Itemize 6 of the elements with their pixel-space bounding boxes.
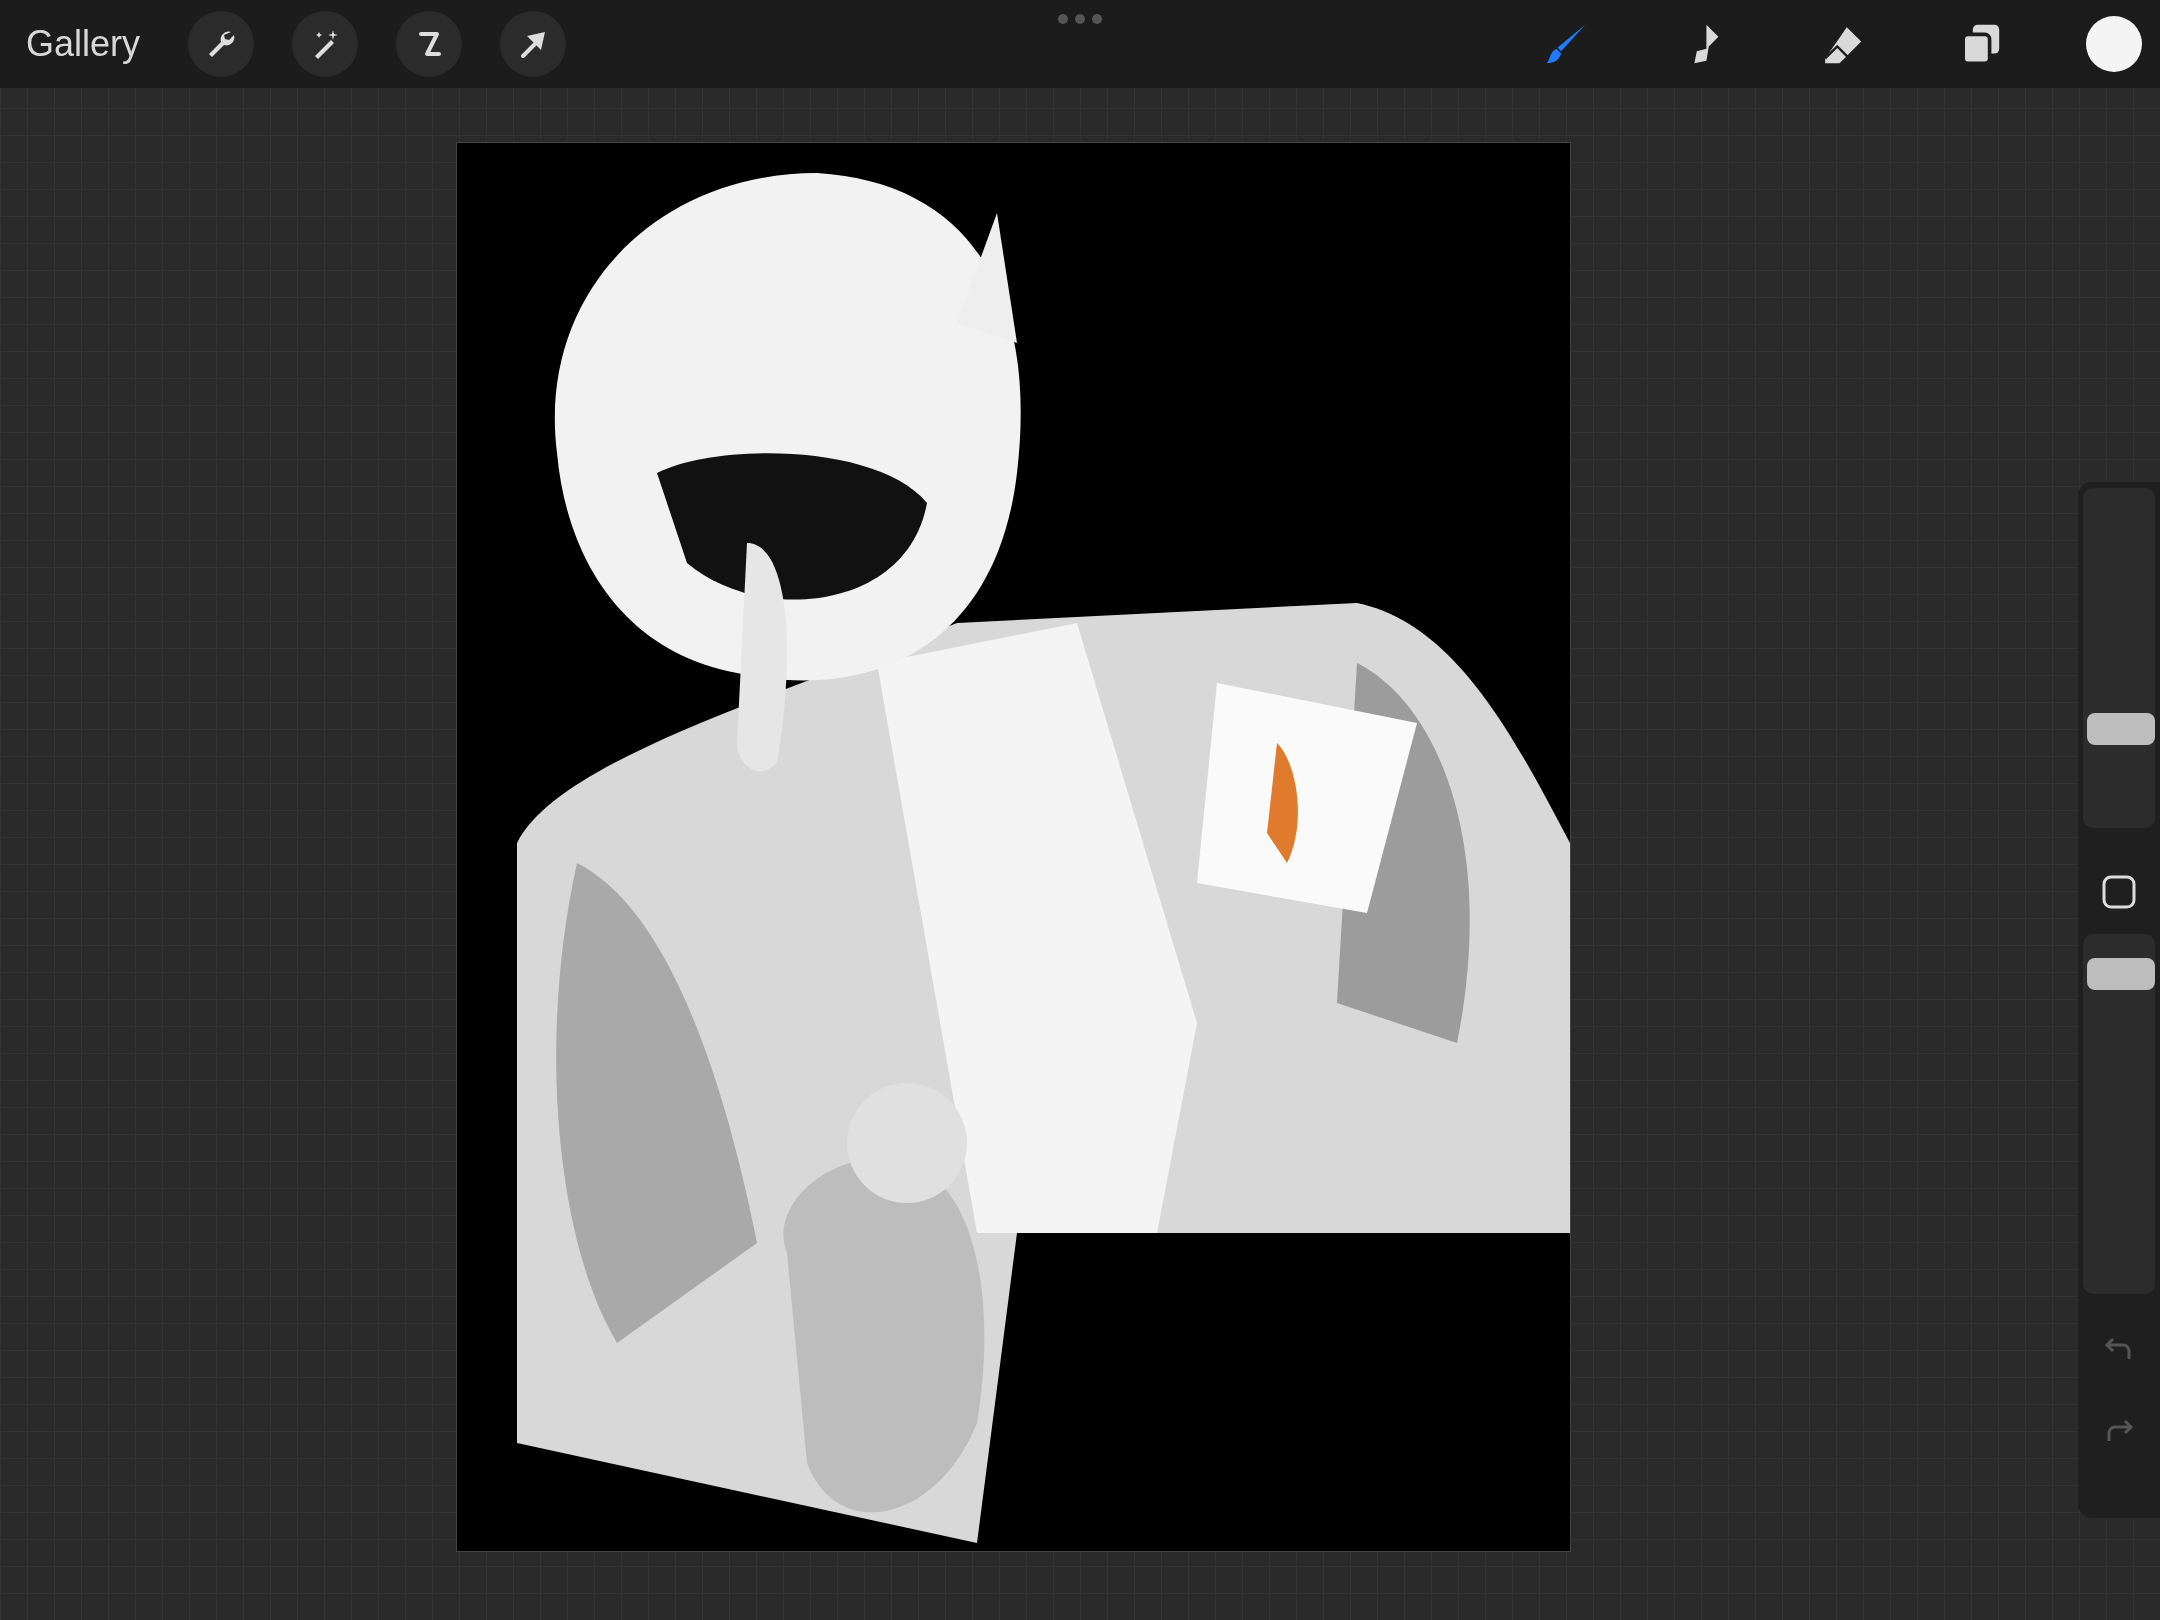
gallery-button[interactable]: Gallery (26, 23, 141, 65)
slider-thumb[interactable] (2087, 957, 2155, 990)
brush-size-slider[interactable] (2083, 488, 2155, 828)
color-swatch[interactable] (2086, 16, 2142, 72)
opacity-slider[interactable] (2083, 934, 2155, 1294)
slider-thumb[interactable] (2087, 713, 2155, 746)
